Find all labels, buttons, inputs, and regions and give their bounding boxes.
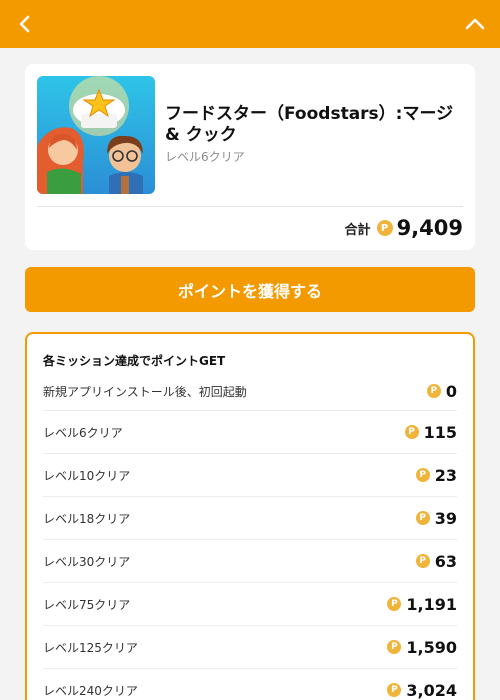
mission-points: P 0 — [426, 381, 457, 401]
divider — [37, 206, 463, 207]
app-card: フードスター（Foodstars）:マージ & クック レベル6クリア 合計 P… — [25, 64, 475, 250]
total-label: 合計 — [344, 222, 371, 238]
point-coin-icon: P — [387, 640, 402, 654]
chevron-up-icon — [465, 18, 485, 30]
mission-row: レベル6クリア P 115 — [43, 411, 457, 454]
mission-value: 0 — [445, 381, 457, 401]
chevron-left-icon — [19, 15, 30, 33]
mission-list: 新規アプリインストール後、初回起動 P 0 レベル6クリア P 115 レベル1… — [43, 372, 457, 700]
point-coin-icon: P — [415, 511, 430, 525]
collapse-button[interactable] — [460, 9, 490, 39]
mission-label: レベル75クリア — [43, 597, 131, 612]
mission-value: 39 — [434, 508, 457, 528]
mission-row: 新規アプリインストール後、初回起動 P 0 — [43, 372, 457, 411]
point-coin-icon: P — [387, 597, 402, 611]
mission-label: レベル240クリア — [43, 683, 138, 698]
point-coin-icon: P — [376, 220, 393, 236]
mission-points: P 63 — [415, 551, 457, 571]
point-coin-icon: P — [387, 683, 402, 697]
mission-points: P 1,590 — [387, 638, 457, 657]
mission-label: レベル6クリア — [43, 425, 123, 440]
point-coin-icon: P — [404, 425, 419, 439]
mission-value: 3,024 — [406, 680, 457, 700]
mission-label: レベル125クリア — [43, 640, 138, 655]
mission-label: レベル30クリア — [43, 554, 131, 569]
top-bar — [0, 0, 500, 48]
mission-value: 115 — [423, 422, 457, 442]
mission-label: レベル10クリア — [43, 468, 131, 483]
mission-points: P 1,191 — [387, 595, 457, 614]
mission-row: レベル240クリア P 3,024 — [43, 669, 457, 700]
missions-header: 各ミッション達成でポイントGET — [43, 354, 226, 368]
mission-row: レベル30クリア P 63 — [43, 540, 457, 583]
app-status: レベル6クリア — [165, 150, 245, 164]
point-coin-icon: P — [415, 554, 430, 568]
total-points: 合計 P 9,409 — [345, 216, 463, 240]
total-value: 9,409 — [396, 216, 463, 240]
app-title: フードスター（Foodstars）:マージ & クック — [165, 104, 454, 145]
app-thumbnail — [37, 76, 155, 194]
point-coin-icon: P — [426, 384, 441, 398]
mission-value: 1,590 — [406, 637, 457, 657]
mission-points: P 23 — [415, 465, 457, 485]
mission-row: レベル18クリア P 39 — [43, 497, 457, 540]
earn-points-button[interactable]: ポイントを獲得する — [25, 267, 475, 312]
mission-label: レベル18クリア — [43, 511, 131, 526]
mission-points: P 39 — [415, 508, 457, 528]
mission-label: 新規アプリインストール後、初回起動 — [43, 384, 247, 399]
mission-points: P 115 — [404, 422, 457, 442]
mission-value: 23 — [434, 465, 457, 485]
mission-value: 63 — [434, 551, 457, 571]
back-button[interactable] — [10, 9, 40, 39]
mission-row: レベル10クリア P 23 — [43, 454, 457, 497]
missions-panel: 各ミッション達成でポイントGET 新規アプリインストール後、初回起動 P 0 レ… — [25, 332, 475, 700]
mission-value: 1,191 — [406, 594, 457, 614]
mission-points: P 3,024 — [387, 681, 457, 700]
point-coin-icon: P — [415, 468, 430, 482]
mission-row: レベル125クリア P 1,590 — [43, 626, 457, 669]
mission-row: レベル75クリア P 1,191 — [43, 583, 457, 626]
